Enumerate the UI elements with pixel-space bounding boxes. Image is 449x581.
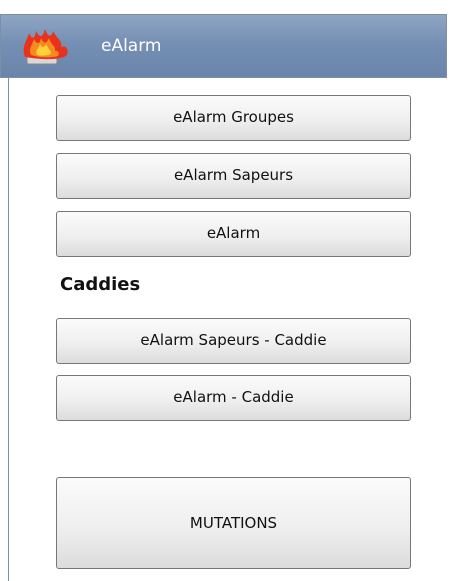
top-strip <box>0 0 449 14</box>
flame-icon <box>23 29 68 65</box>
mutations-button[interactable]: MUTATIONS <box>56 477 411 569</box>
ealarm-caddie-button[interactable]: eAlarm - Caddie <box>56 375 411 421</box>
caddies-heading: Caddies <box>60 274 141 295</box>
app-header: eAlarm <box>0 14 447 78</box>
ealarm-caddie-label: eAlarm - Caddie <box>173 388 294 406</box>
ealarm-groupes-label: eAlarm Groupes <box>173 108 294 126</box>
ealarm-groupes-button[interactable]: eAlarm Groupes <box>56 95 411 141</box>
ealarm-label: eAlarm <box>206 224 261 242</box>
ealarm-sapeurs-caddie-button[interactable]: eAlarm Sapeurs - Caddie <box>56 318 411 364</box>
ealarm-button[interactable]: eAlarm <box>56 211 411 257</box>
app-title: eAlarm <box>101 36 162 56</box>
mutations-label: MUTATIONS <box>189 514 278 532</box>
ealarm-sapeurs-caddie-label: eAlarm Sapeurs - Caddie <box>140 331 327 349</box>
ealarm-sapeurs-label: eAlarm Sapeurs <box>173 166 294 184</box>
ealarm-sapeurs-button[interactable]: eAlarm Sapeurs <box>56 153 411 199</box>
